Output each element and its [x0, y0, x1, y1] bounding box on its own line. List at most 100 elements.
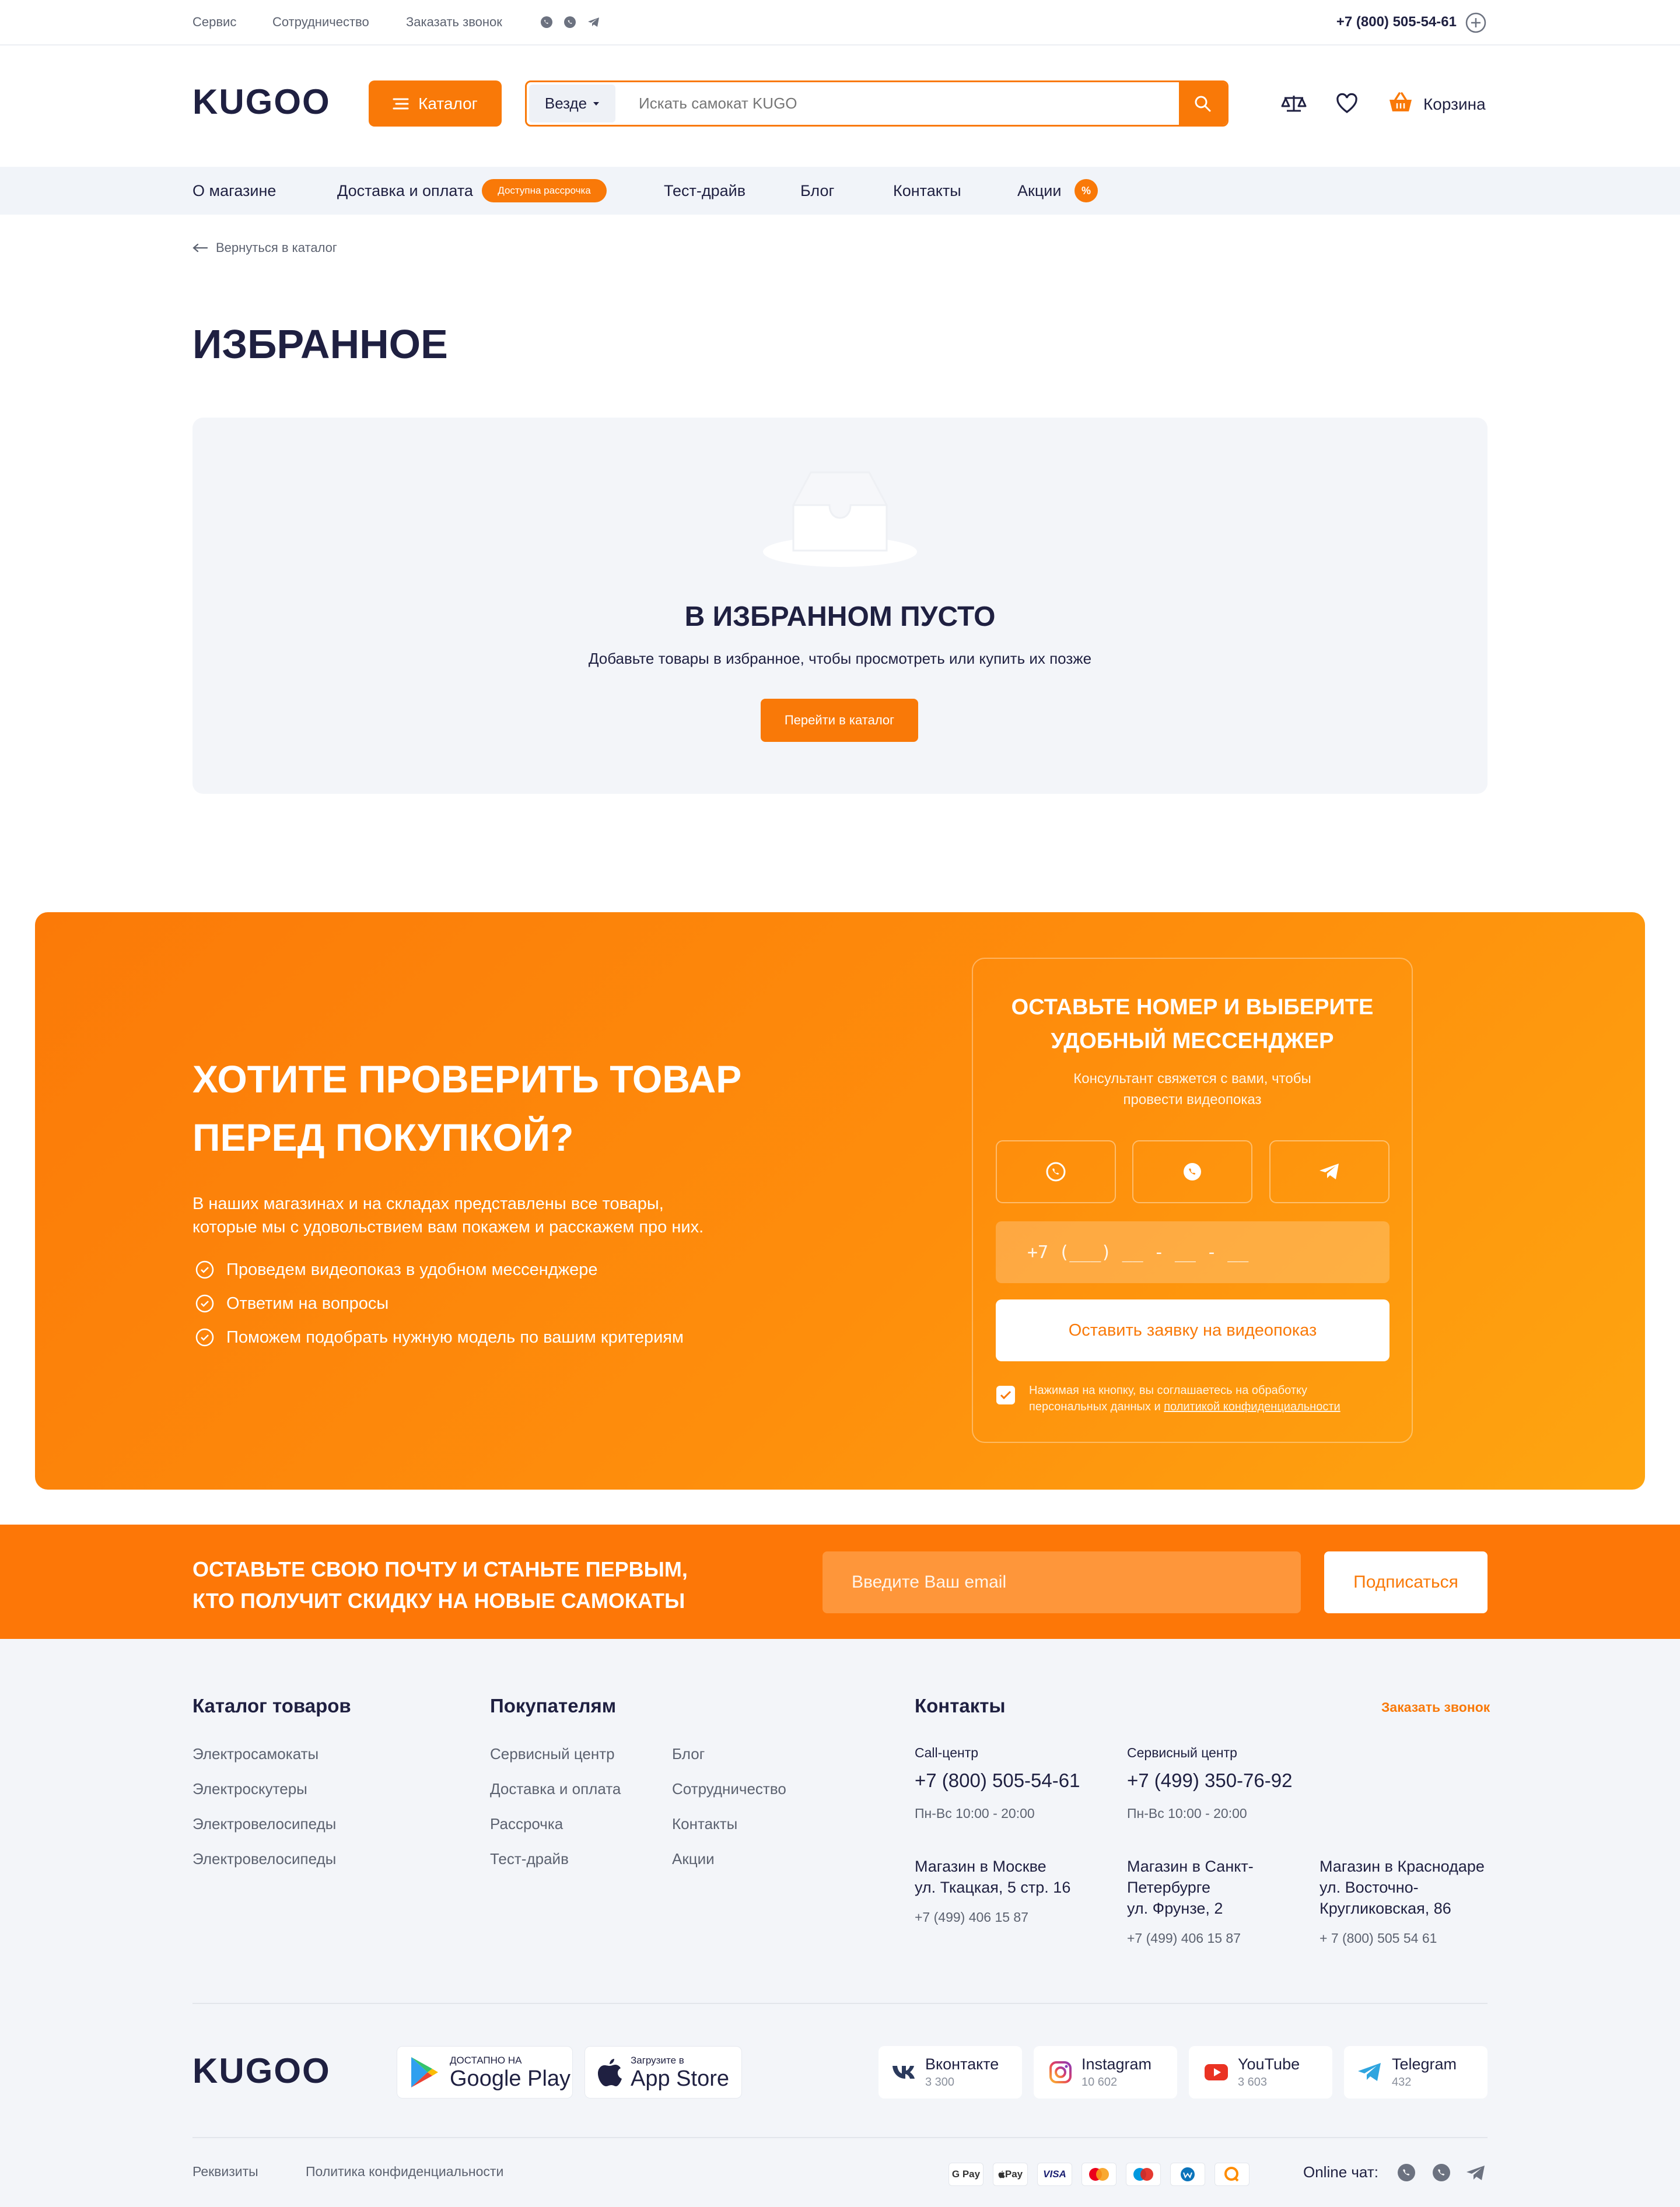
- heart-icon[interactable]: [1336, 93, 1358, 114]
- nav-item-promotions[interactable]: Акции: [1017, 182, 1061, 200]
- social-count: 432: [1392, 2076, 1412, 2089]
- messenger-telegram-option[interactable]: [1269, 1140, 1390, 1203]
- go-to-catalog-button[interactable]: Перейти в каталог: [761, 699, 918, 742]
- footer-buyers-link[interactable]: Сотрудничество: [672, 1780, 786, 1798]
- search-scope-label: Везде: [544, 94, 587, 112]
- google-play-label: Google Play: [450, 2066, 571, 2091]
- search-scope-select[interactable]: Везде: [529, 85, 615, 122]
- page-title: ИЗБРАННОЕ: [192, 321, 448, 367]
- social-youtube-card[interactable]: YouTube 3 603: [1189, 2046, 1332, 2099]
- top-phone[interactable]: +7 (800) 505-54-61: [1336, 14, 1457, 30]
- apple-icon: [998, 2170, 1005, 2178]
- store-address-line: ул. Фрунзе, 2: [1127, 1900, 1223, 1917]
- viber-icon: [1045, 1161, 1066, 1182]
- top-link-order-call[interactable]: Заказать звонок: [406, 15, 502, 30]
- nav-item-about[interactable]: О магазине: [192, 182, 276, 200]
- telegram-icon[interactable]: [587, 16, 601, 29]
- footer-logo[interactable]: KUGOO: [192, 2051, 331, 2091]
- form-subtitle-line-2: провести видеопоказ: [1123, 1092, 1262, 1108]
- social-name: YouTube: [1238, 2055, 1300, 2073]
- footer-catalog-link[interactable]: Электросамокаты: [192, 1745, 318, 1763]
- viber-icon[interactable]: [540, 16, 553, 29]
- logo[interactable]: KUGOO: [192, 82, 331, 122]
- phone-input[interactable]: +7 (___) __ - __ - __: [996, 1221, 1390, 1283]
- service-center-hours: Пн-Вс 10:00 - 20:00: [1127, 1806, 1247, 1821]
- promo-bullet-text: Поможем подобрать нужную модель по вашим…: [226, 1327, 684, 1347]
- google-play-badge[interactable]: ДОСТАПНО НА Google Play: [397, 2046, 573, 2099]
- footer-catalog-link[interactable]: Электровелосипеды: [192, 1850, 336, 1868]
- footer-buyers-link[interactable]: Акции: [672, 1850, 715, 1868]
- promo-bullet-text: Ответим на вопросы: [226, 1294, 389, 1313]
- promo-title-line-1: ХОТИТЕ ПРОВЕРИТЬ ТОВАР: [192, 1057, 742, 1101]
- cart-label[interactable]: Корзина: [1423, 95, 1486, 114]
- installment-badge: Доступна рассрочка: [482, 179, 607, 202]
- check-circle-icon: [195, 1327, 215, 1347]
- nav-item-contacts[interactable]: Контакты: [893, 182, 961, 200]
- main-nav: О магазине Доставка и оплата Тест-драйв …: [0, 167, 1680, 215]
- form-title: ОСТАВЬТЕ НОМЕР И ВЫБЕРИТЕ УДОБНЫЙ МЕССЕН…: [972, 990, 1413, 1058]
- footer-buyers-title: Покупателям: [490, 1695, 617, 1716]
- subscribe-title: ОСТАВЬТЕ СВОЮ ПОЧТУ И СТАНЬТЕ ПЕРВЫМ, КТ…: [192, 1554, 688, 1617]
- store-krasnodar-address: Магазин в Краснодаре ул. Восточно- Кругл…: [1320, 1856, 1485, 1919]
- top-link-service[interactable]: Сервис: [192, 15, 236, 30]
- consent-checkbox[interactable]: [996, 1386, 1015, 1404]
- promo-bullet: Проведем видеопоказ в удобном мессенджер…: [195, 1260, 684, 1280]
- email-input[interactable]: Введите Ваш email: [822, 1551, 1301, 1613]
- order-call-link[interactable]: Заказать звонок: [1381, 1700, 1490, 1715]
- nav-item-blog[interactable]: Блог: [800, 182, 834, 200]
- plus-circle-icon[interactable]: [1465, 12, 1486, 33]
- promo-bullet: Ответим на вопросы: [195, 1294, 684, 1313]
- footer-buyers-link[interactable]: Тест-драйв: [490, 1850, 569, 1868]
- privacy-policy-link[interactable]: политикой конфиденциальности: [1164, 1400, 1340, 1413]
- menu-icon: [393, 97, 409, 110]
- footer-catalog-link[interactable]: Электроскутеры: [192, 1780, 307, 1798]
- footer-buyers-link[interactable]: Блог: [672, 1745, 705, 1763]
- store-krasnodar-phone[interactable]: + 7 (800) 505 54 61: [1320, 1931, 1437, 1946]
- nav-item-test-drive[interactable]: Тест-драйв: [664, 182, 746, 200]
- telegram-icon[interactable]: [1465, 2164, 1486, 2183]
- submit-video-request-button[interactable]: Оставить заявку на видеопоказ: [996, 1299, 1390, 1361]
- footer-buyers-link[interactable]: Сервисный центр: [490, 1745, 615, 1763]
- apple-icon: [597, 2057, 622, 2087]
- store-moscow-phone[interactable]: +7 (499) 406 15 87: [915, 1910, 1028, 1925]
- mastercard-icon: [1082, 2163, 1116, 2186]
- footer-contacts-title: Контакты: [915, 1695, 1006, 1716]
- whatsapp-icon[interactable]: [564, 16, 576, 29]
- footer-catalog-link[interactable]: Электровелосипеды: [192, 1815, 336, 1833]
- messenger-viber-option[interactable]: [996, 1140, 1116, 1203]
- search-button[interactable]: [1179, 82, 1227, 125]
- callcenter-phone[interactable]: +7 (800) 505-54-61: [915, 1770, 1080, 1792]
- compare-scales-icon[interactable]: [1281, 93, 1307, 114]
- footer-buyers-link[interactable]: Рассрочка: [490, 1815, 563, 1833]
- service-center-label: Сервисный центр: [1127, 1745, 1237, 1760]
- store-spb-phone[interactable]: +7 (499) 406 15 87: [1127, 1931, 1241, 1946]
- social-instagram-card[interactable]: Instagram 10 602: [1034, 2046, 1177, 2099]
- subscribe-button[interactable]: Подписаться: [1324, 1551, 1488, 1613]
- cart-basket-icon[interactable]: [1388, 92, 1413, 114]
- catalog-button[interactable]: Каталог: [369, 80, 502, 127]
- search-input[interactable]: [639, 88, 1105, 119]
- online-chat-label: Online чат:: [1303, 2163, 1378, 2181]
- caret-down-icon: [593, 101, 600, 107]
- check-circle-icon: [195, 1260, 215, 1280]
- telegram-icon: [1357, 2061, 1382, 2083]
- social-count: 3 300: [925, 2076, 955, 2089]
- promo-text-line-1: В наших магазинах и на складах представл…: [192, 1194, 664, 1213]
- privacy-link[interactable]: Политика конфиденциальности: [306, 2164, 503, 2180]
- footer-buyers-link[interactable]: Доставка и оплата: [490, 1780, 621, 1798]
- footer-buyers-link[interactable]: Контакты: [672, 1815, 737, 1833]
- top-link-cooperation[interactable]: Сотрудничество: [272, 15, 369, 30]
- back-to-catalog-link[interactable]: Вернуться в каталог: [192, 240, 337, 255]
- nav-item-delivery[interactable]: Доставка и оплата: [337, 182, 473, 200]
- requisites-link[interactable]: Реквизиты: [192, 2164, 258, 2180]
- social-telegram-card[interactable]: Telegram 432: [1344, 2046, 1488, 2099]
- viber-icon[interactable]: [1396, 2163, 1416, 2183]
- service-center-phone[interactable]: +7 (499) 350-76-92: [1127, 1770, 1292, 1792]
- top-bar: Сервис Сотрудничество Заказать звонок +7…: [0, 0, 1680, 45]
- whatsapp-icon[interactable]: [1432, 2163, 1451, 2183]
- messenger-whatsapp-option[interactable]: [1132, 1140, 1252, 1203]
- social-vk-card[interactable]: Вконтакте 3 300: [878, 2046, 1022, 2099]
- social-name: Instagram: [1082, 2055, 1152, 2073]
- app-store-small-label: Загрузите в: [631, 2054, 684, 2066]
- app-store-badge[interactable]: Загрузите в App Store: [584, 2046, 742, 2099]
